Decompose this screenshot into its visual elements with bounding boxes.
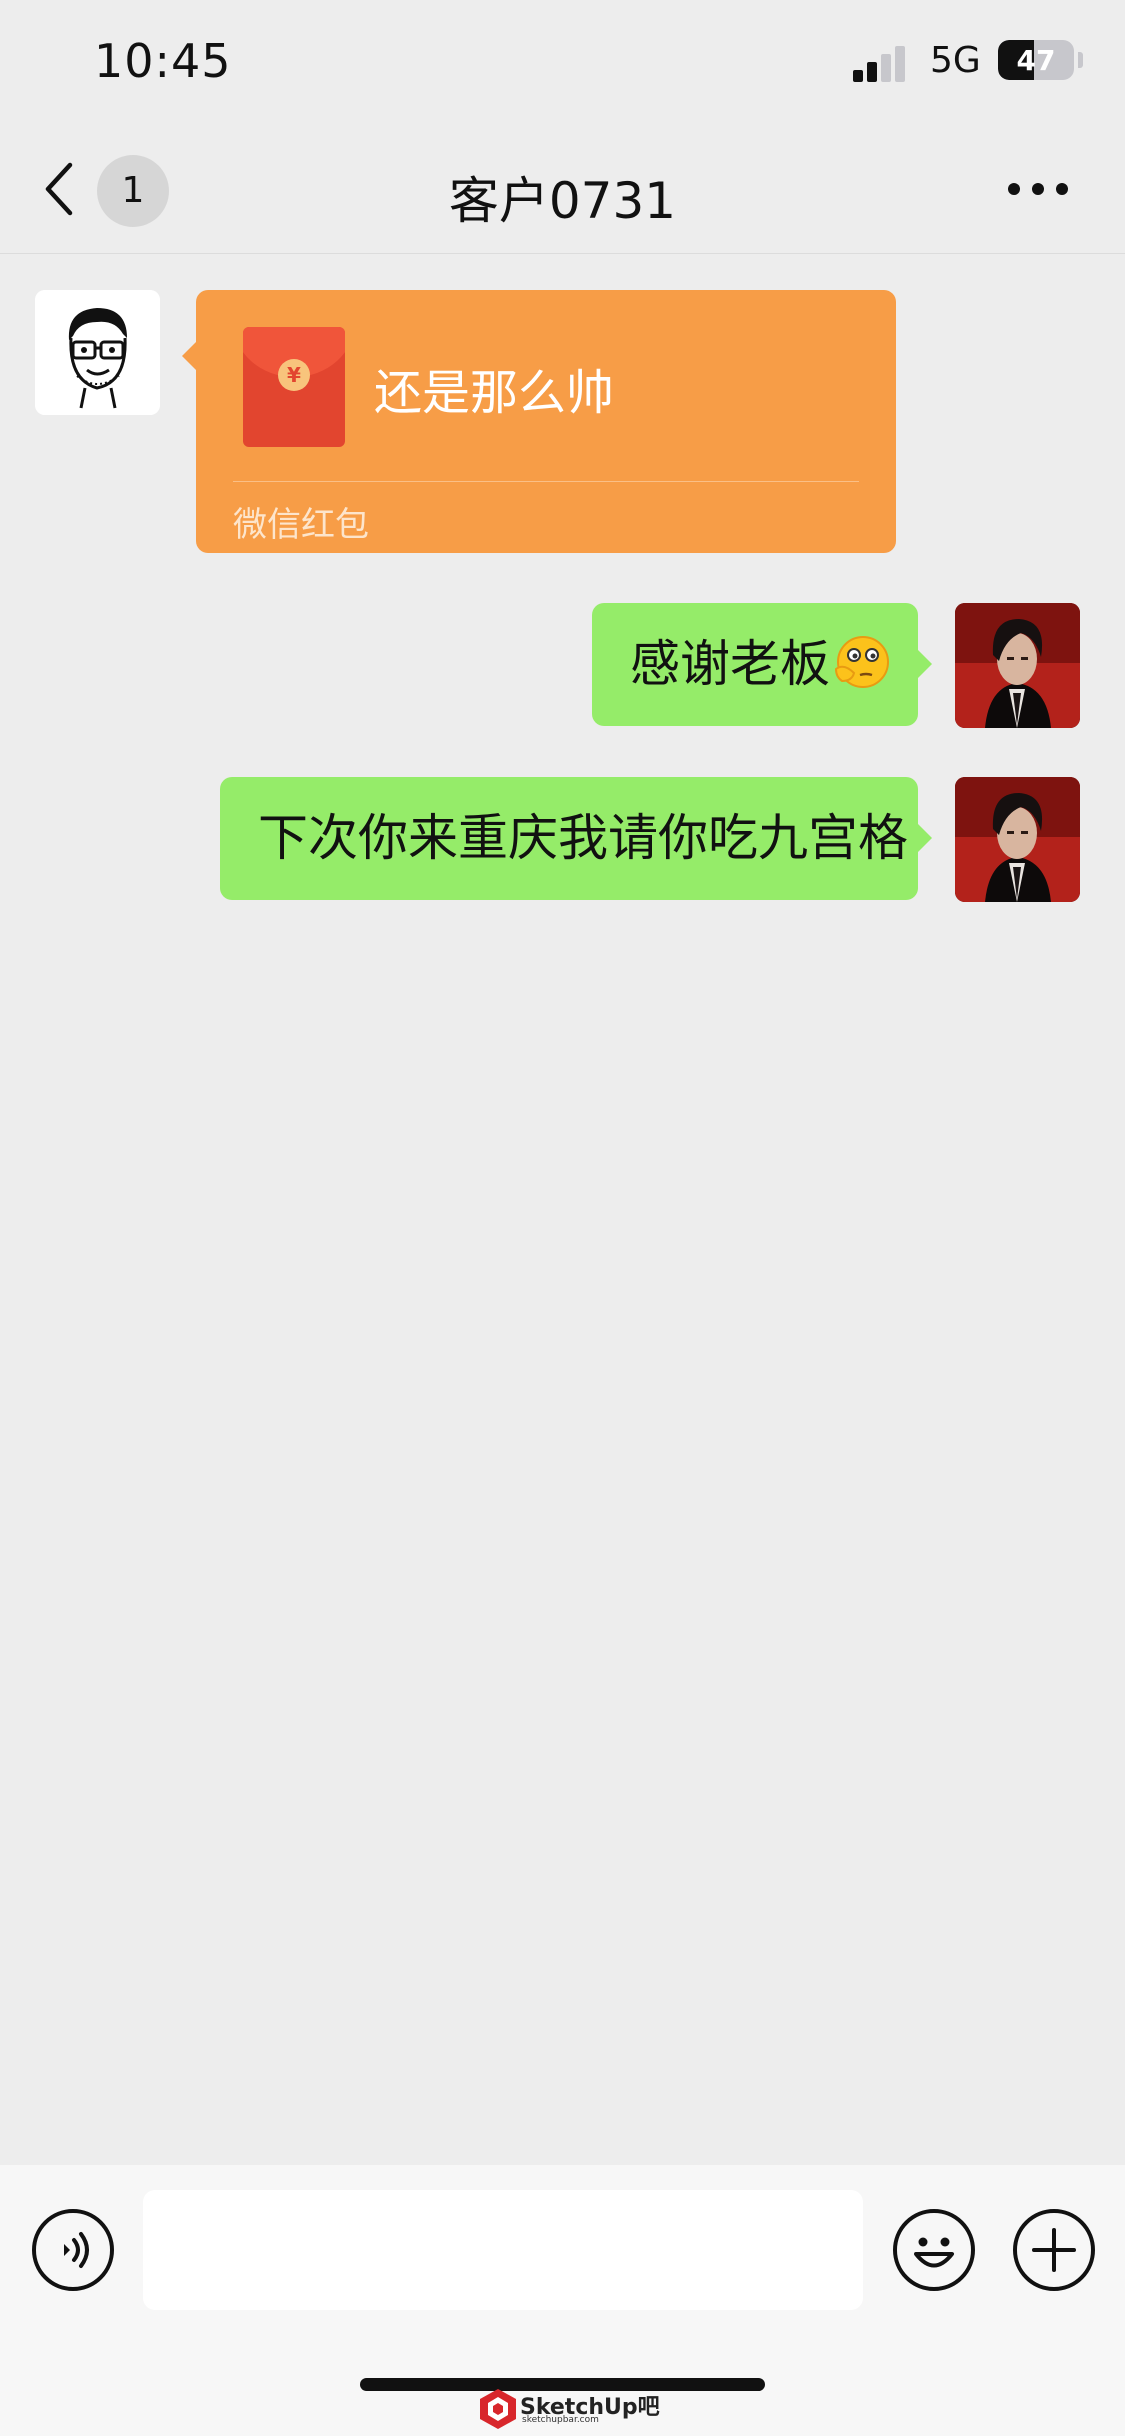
self-avatar[interactable] — [955, 603, 1080, 728]
battery-tip — [1078, 52, 1083, 68]
contact-avatar[interactable] — [35, 290, 160, 415]
status-time: 10:45 — [94, 34, 232, 88]
voice-icon — [64, 2232, 89, 2268]
watermark: SketchUp吧 sketchupbar.com — [478, 2385, 660, 2433]
cartoon-face-icon — [35, 290, 160, 415]
chat-title: 客户0731 — [448, 172, 677, 230]
chat-header: 1 客户0731 — [0, 125, 1125, 254]
sketchup-logo-icon — [480, 2389, 516, 2429]
plus-button[interactable] — [1013, 2209, 1095, 2291]
input-bar: SketchUp吧 sketchupbar.com — [0, 2165, 1125, 2436]
message-text: 感谢老板 — [630, 635, 830, 693]
battery-level: 47 — [1016, 44, 1056, 77]
smiley-icon — [914, 2237, 954, 2268]
signal-strength-icon — [853, 46, 907, 82]
red-packet-label: 微信红包 — [233, 505, 369, 545]
watermark-url: sketchupbar.com — [522, 2415, 599, 2425]
message-text: 下次你来重庆我请你吃九宫格 — [258, 809, 908, 867]
status-bar: 10:45 5G 47 — [0, 0, 1125, 125]
red-packet-text: 还是那么帅 — [374, 365, 615, 421]
emoji-button[interactable] — [893, 2209, 975, 2291]
more-button[interactable] — [1008, 183, 1068, 197]
plus-icon — [1032, 2228, 1076, 2272]
battery-icon: 47 — [998, 40, 1074, 80]
user-portrait-icon — [955, 777, 1080, 902]
self-avatar[interactable] — [955, 777, 1080, 902]
voice-button[interactable] — [32, 2209, 114, 2291]
message-input[interactable] — [143, 2190, 863, 2310]
red-envelope-icon: ¥ — [243, 327, 345, 447]
more-dots-icon — [1008, 183, 1020, 195]
message-bubble[interactable]: 感谢老板 — [592, 603, 932, 726]
thinking-face-emoji — [834, 636, 889, 688]
red-packet-message[interactable]: ¥ 还是那么帅 微信红包 — [182, 290, 896, 553]
user-portrait-icon — [955, 603, 1080, 728]
red-packet-divider — [233, 481, 859, 482]
network-label: 5G — [930, 40, 981, 81]
message-bubble[interactable]: 下次你来重庆我请你吃九宫格 — [220, 777, 932, 900]
